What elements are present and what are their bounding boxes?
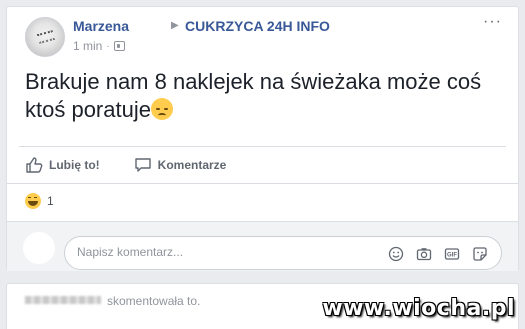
meta-separator: · bbox=[106, 40, 110, 52]
more-options-icon[interactable]: ··· bbox=[483, 13, 502, 31]
camera-icon[interactable] bbox=[415, 245, 433, 263]
like-label: Lubię to! bbox=[49, 158, 100, 172]
author-name[interactable]: Marzena bbox=[73, 18, 129, 34]
post-text-content: Brakuje nam 8 naklejek na świeżaka może … bbox=[25, 69, 482, 122]
post-actions: Lubię to! Komentarze bbox=[19, 147, 254, 183]
comment-input[interactable] bbox=[77, 245, 377, 259]
gif-icon[interactable]: GIF bbox=[443, 245, 461, 263]
speech-bubble-icon bbox=[134, 158, 151, 172]
divider bbox=[7, 183, 518, 184]
comment-button[interactable]: Komentarze bbox=[128, 156, 227, 174]
comment-box[interactable]: GIF bbox=[64, 236, 502, 270]
group-name[interactable]: CUKRZYCA 24H INFO bbox=[185, 18, 330, 34]
post-meta: 1 min · bbox=[73, 39, 125, 53]
post-timestamp[interactable]: 1 min bbox=[73, 39, 102, 53]
blurred-user-name bbox=[25, 296, 101, 304]
current-user-avatar bbox=[23, 232, 55, 264]
author-avatar[interactable] bbox=[25, 17, 65, 57]
sad-face-emoji-icon bbox=[150, 98, 173, 120]
smiley-icon[interactable] bbox=[387, 245, 405, 263]
reaction-count: 1 bbox=[47, 194, 54, 208]
watermark: www.wiocha.pl bbox=[322, 296, 515, 321]
post-card: Marzena ▶ CUKRZYCA 24H INFO 1 min · ··· … bbox=[6, 6, 519, 271]
friends-audience-icon[interactable] bbox=[113, 41, 125, 51]
activity-text: skomentowała to. bbox=[107, 294, 201, 308]
thumbs-up-icon bbox=[26, 157, 43, 173]
post-text: Brakuje nam 8 naklejek na świeżaka może … bbox=[25, 68, 505, 124]
comment-label: Komentarze bbox=[157, 158, 227, 172]
haha-reaction-icon bbox=[25, 193, 41, 209]
sticker-icon[interactable] bbox=[471, 245, 489, 263]
like-button[interactable]: Lubię to! bbox=[19, 156, 100, 174]
reactions-summary[interactable]: 1 bbox=[25, 193, 54, 209]
comment-composer: GIF bbox=[7, 221, 518, 271]
arrow-right-icon: ▶ bbox=[171, 20, 179, 31]
svg-text:GIF: GIF bbox=[447, 253, 457, 259]
